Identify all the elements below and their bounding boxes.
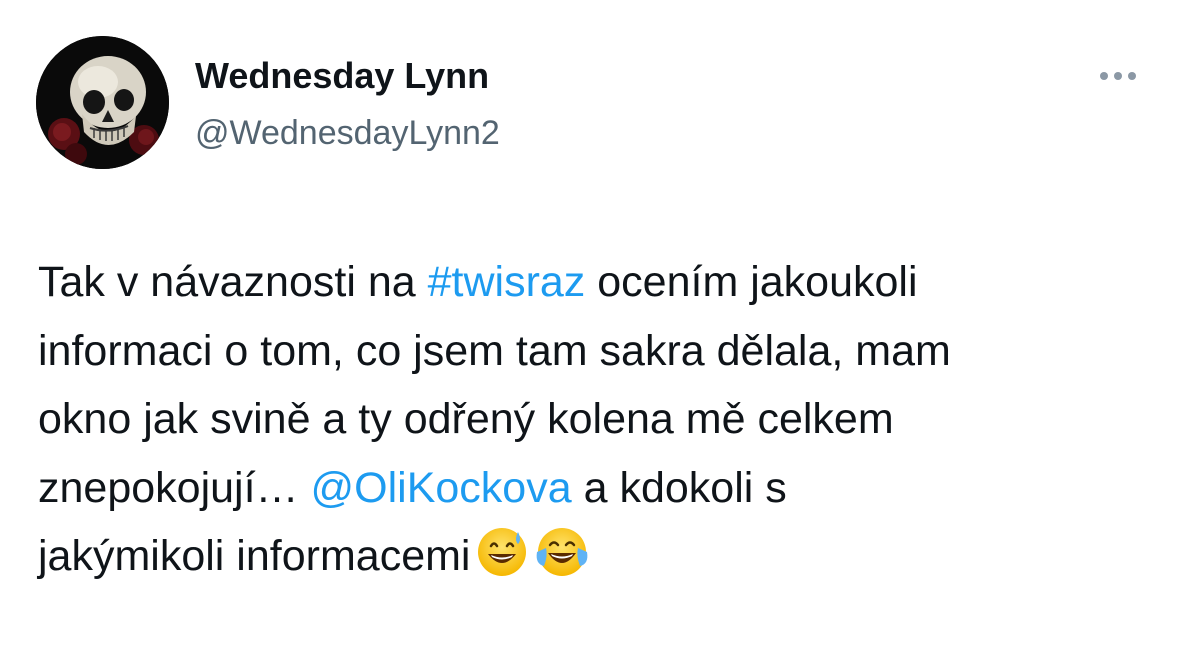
tweet-line: jakýmikoli informacemi xyxy=(38,522,1148,591)
tweet-text-segment: jakýmikoli informacemi xyxy=(38,532,471,580)
more-options-icon xyxy=(1100,72,1108,80)
tweet-text-segment: a kdokoli s xyxy=(571,463,787,512)
tweet-line: informaci o tom, co jsem tam sakra dělal… xyxy=(38,326,951,375)
tweet-line: okno jak svině a ty odřený kolena mě cel… xyxy=(38,395,894,443)
author-handle[interactable]: @WednesdayLynn2 xyxy=(195,112,500,154)
more-options-icon-dot xyxy=(1114,72,1122,80)
mention-link[interactable]: @OliKockova xyxy=(311,464,572,512)
tweet-line: znepokojují… @OliKockova a kdokoli s xyxy=(38,454,1148,523)
avatar[interactable] xyxy=(36,36,169,169)
tweet-text-segment: Tak v návaznosti na xyxy=(38,258,428,306)
more-options-icon-dot xyxy=(1128,72,1136,80)
skull-with-roses-icon xyxy=(36,36,169,169)
tweet-card: Wednesday Lynn @WednesdayLynn2 Tak v náv… xyxy=(0,0,1179,649)
more-options-button[interactable] xyxy=(1090,62,1146,90)
tweet-line: Tak v návaznosti na #twisraz ocením jako… xyxy=(38,248,1148,317)
face-with-tears-of-joy-icon xyxy=(534,526,590,599)
grinning-face-with-sweat-icon xyxy=(476,526,528,599)
tweet-text-segment: znepokojují… xyxy=(38,463,311,512)
tweet-text: Tak v návaznosti na #twisraz ocením jako… xyxy=(38,248,1148,591)
tweet-text-segment: ocením jakoukoli xyxy=(585,258,918,306)
hashtag-link[interactable]: #twisraz xyxy=(428,258,586,306)
author-display-name[interactable]: Wednesday Lynn xyxy=(195,54,489,98)
